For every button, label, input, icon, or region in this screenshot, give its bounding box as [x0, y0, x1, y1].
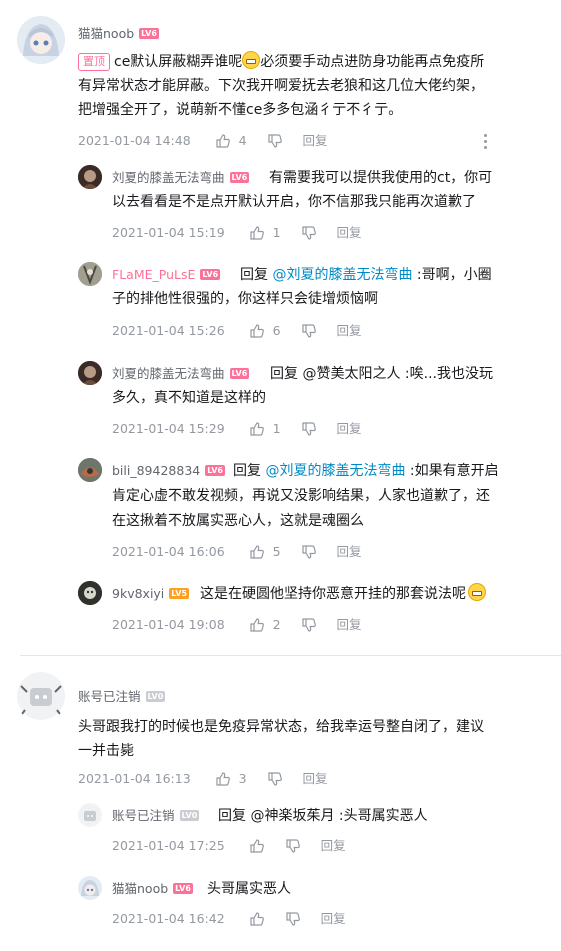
reply-button[interactable]: 回复: [303, 769, 328, 789]
like-count: 3: [238, 770, 247, 786]
reply-button[interactable]: 回复: [321, 909, 346, 929]
mention-link[interactable]: @刘夏的膝盖无法弯曲: [265, 463, 405, 479]
more-options-icon[interactable]: [484, 134, 488, 152]
dislike-icon[interactable]: [301, 617, 317, 633]
level-badge: LV6: [200, 269, 221, 280]
avatar[interactable]: [78, 458, 102, 482]
like-count: 6: [272, 322, 281, 338]
comment-text-line: 在这揪着不放属实恶心人，这就是魂圈么: [112, 513, 364, 529]
comment-text: 回复 @刘夏的膝盖无法弯曲 :如果有意开启: [233, 463, 499, 479]
comment-meta: 2021-01-04 19:08 2 回复: [112, 614, 362, 634]
username[interactable]: bili_89428834 LV6: [112, 463, 225, 479]
reply-button[interactable]: 回复: [337, 542, 362, 562]
username[interactable]: 刘夏的膝盖无法弯曲 LV6: [112, 366, 250, 382]
comment-meta: 2021-01-04 16:06 5 回复: [112, 541, 362, 561]
dislike-icon[interactable]: [267, 133, 283, 149]
username[interactable]: 账号已注销 LV0: [112, 808, 200, 824]
comment-text-line: 以去看看是不是点开默认开启，你不信那我只能再次道歉了: [112, 194, 476, 210]
timestamp: 2021-01-04 14:48: [78, 132, 191, 148]
dislike-icon[interactable]: [285, 911, 301, 927]
dislike-icon[interactable]: [301, 225, 317, 241]
comment-text: 回复 @神楽坂茱月 :头哥属实恶人: [218, 808, 428, 824]
reply-prefix: 回复: [240, 267, 268, 283]
dislike-icon[interactable]: [285, 838, 301, 854]
comment-text: 头哥属实恶人: [207, 881, 291, 897]
avatar[interactable]: [78, 876, 102, 900]
avatar[interactable]: [78, 361, 102, 385]
like-count: 4: [238, 132, 247, 148]
like-icon[interactable]: [215, 133, 231, 149]
reply-prefix: 回复: [218, 808, 246, 824]
comment-meta: 2021-01-04 16:42 回复: [112, 908, 346, 928]
reply-button[interactable]: 回复: [337, 419, 362, 439]
mention-link[interactable]: @神楽坂茱月: [250, 808, 334, 824]
like-icon[interactable]: [215, 771, 231, 787]
comment-text: 回复 @赞美太阳之人 :唉...我也没玩: [270, 366, 493, 382]
level-badge: LV6: [173, 883, 193, 894]
dislike-icon[interactable]: [301, 544, 317, 560]
avatar[interactable]: [78, 803, 102, 827]
like-icon[interactable]: [249, 544, 265, 560]
username[interactable]: 猫猫noob LV6: [78, 26, 159, 42]
mention-link[interactable]: @刘夏的膝盖无法弯曲: [272, 267, 412, 283]
comment-text: 有需要我可以提供我使用的ct，你可: [269, 170, 493, 186]
level-badge: LV6: [229, 368, 250, 379]
reply-button[interactable]: 回复: [303, 131, 328, 151]
level-badge: LV6: [205, 465, 225, 476]
like-icon[interactable]: [249, 838, 265, 854]
avatar[interactable]: [78, 165, 102, 189]
username-text[interactable]: 猫猫noob: [78, 26, 134, 41]
like-count: 1: [272, 420, 281, 436]
reply-button[interactable]: 回复: [337, 615, 362, 635]
like-count: 1: [272, 224, 281, 240]
like-count: 2: [272, 616, 281, 632]
comment-meta: 2021-01-04 15:19 1 回复: [112, 222, 362, 242]
pinned-badge: 置顶: [78, 53, 110, 71]
like-count: 5: [272, 543, 281, 559]
like-icon[interactable]: [249, 225, 265, 241]
comment-meta: 2021-01-04 15:29 1 回复: [112, 418, 362, 438]
avatar[interactable]: [78, 581, 102, 605]
dislike-icon[interactable]: [267, 771, 283, 787]
comment-meta: 2021-01-04 14:48 4 回复: [78, 130, 328, 150]
like-icon[interactable]: [249, 617, 265, 633]
comment-text-line: 子的排他性很强的，你这样只会徒增烦恼啊: [112, 291, 378, 307]
avatar[interactable]: [78, 262, 102, 286]
username[interactable]: 账号已注销 LV0: [78, 689, 166, 705]
divider: [20, 655, 561, 656]
username[interactable]: 猫猫noob LV6: [112, 881, 193, 897]
reply-prefix: 回复: [233, 463, 261, 479]
like-icon[interactable]: [249, 911, 265, 927]
level-badge: LV0: [145, 691, 166, 702]
avatar[interactable]: [15, 670, 67, 722]
comment-text: 回复 @刘夏的膝盖无法弯曲 :哥啊，小圈: [240, 267, 492, 283]
comment-meta: 2021-01-04 17:25 回复: [112, 835, 346, 855]
comment-meta: 2021-01-04 16:13 3 回复: [78, 768, 328, 788]
grin-emoji-icon: [242, 51, 261, 69]
level-badge: LV5: [169, 588, 190, 599]
mention-link[interactable]: @赞美太阳之人: [302, 366, 400, 382]
comment-text-line: 多久，真不知道是这样的: [112, 390, 266, 406]
level-badge: LV0: [179, 810, 200, 821]
reply-prefix: 回复: [270, 366, 298, 382]
grin-emoji-icon: [468, 583, 486, 601]
username[interactable]: 9kv8xiyi LV5: [112, 586, 190, 602]
comment-meta: 2021-01-04 15:26 6 回复: [112, 320, 362, 340]
comment-text: 头哥跟我打的时候也是免疫异常状态，给我幸运号整自闭了，建议 一并击毙: [78, 719, 484, 759]
comment-text: 置顶 ce默认屏蔽糊弄谁呢 必须要手动点进防身功能再点免疫所 有异常状态才能屏蔽。下…: [78, 50, 538, 122]
comment-text: 这是在硬圆他坚持你恶意开挂的那套说法呢: [200, 582, 486, 606]
reply-button[interactable]: 回复: [337, 321, 362, 341]
comment-text-line: 肯定心虚不敢发视频，再说又没影响结果，人家也道歉了，还: [112, 488, 490, 504]
like-icon[interactable]: [249, 323, 265, 339]
dislike-icon[interactable]: [301, 421, 317, 437]
level-badge: LV6: [139, 28, 159, 39]
avatar[interactable]: [17, 16, 65, 64]
reply-button[interactable]: 回复: [321, 836, 346, 856]
dislike-icon[interactable]: [301, 323, 317, 339]
like-icon[interactable]: [249, 421, 265, 437]
reply-button[interactable]: 回复: [337, 223, 362, 243]
username[interactable]: FLaME_PuLsE LV6: [112, 267, 221, 283]
